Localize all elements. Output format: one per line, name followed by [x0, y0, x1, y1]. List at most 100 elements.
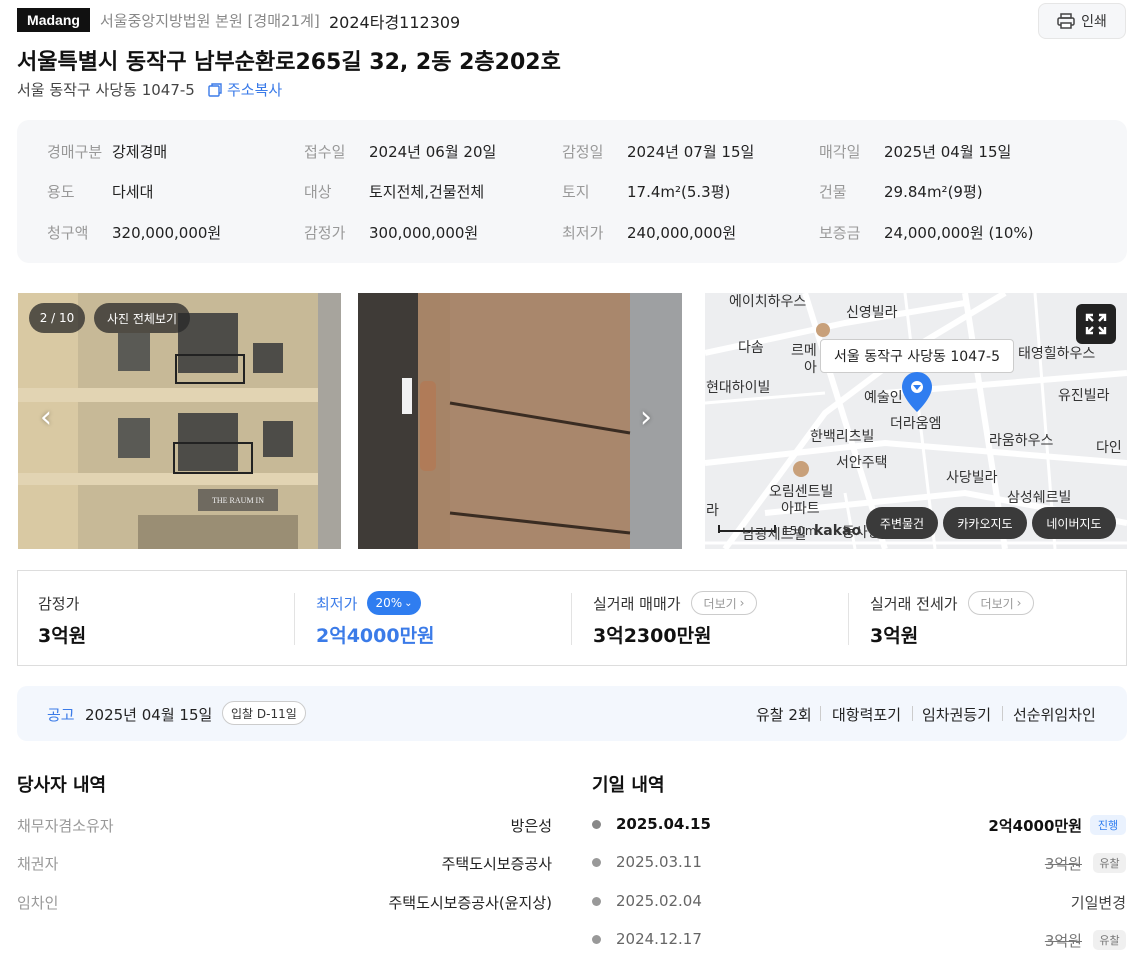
map-place-label: 다인	[1096, 440, 1122, 456]
sale-trade-value: 3억2300만원	[593, 625, 712, 647]
page-title: 서울특별시 동작구 남부순환로265길 32, 2동 2층202호	[17, 50, 561, 75]
map-fullscreen-button[interactable]	[1076, 304, 1116, 344]
status-badge: 진행	[1090, 815, 1126, 835]
map-scale: 150m	[782, 524, 817, 538]
map-place-label: 에이치하우스	[729, 294, 807, 310]
chevron-right-icon: ›	[739, 596, 745, 610]
info-label: 보증금	[819, 224, 861, 242]
map-place-label: 아파트	[781, 501, 820, 517]
info-label: 접수일	[304, 143, 346, 161]
map-pin-icon	[902, 372, 932, 412]
divider	[820, 706, 821, 721]
info-label: 용도	[47, 183, 75, 201]
schedule-section-title: 기일 내역	[592, 775, 665, 796]
sale-trade-label: 실거래 매매가	[593, 595, 681, 613]
schedule-price: 기일변경	[1070, 894, 1126, 912]
map-place-label: 아	[804, 360, 817, 376]
info-value: 300,000,000원	[369, 224, 479, 242]
party-name: 주택도시보증공사(윤지상)	[388, 894, 552, 912]
print-label: 인쇄	[1081, 14, 1107, 30]
map-place-label: 예술인	[864, 390, 903, 406]
auction-info-panel: 경매구분 강제경매 접수일 2024년 06월 20일 감정일 2024년 07…	[17, 120, 1127, 263]
more-label: 더보기	[980, 596, 1014, 611]
chevron-down-double-icon: ⌄	[404, 597, 413, 609]
view-all-photos-button[interactable]: 사진 전체보기	[94, 303, 190, 333]
discount-value: 20%	[375, 596, 403, 610]
copy-icon	[208, 82, 222, 97]
notice-bar: 공고 2025년 04월 15일 입찰 D-11일 유찰 2회 대항력포기 임차…	[17, 686, 1127, 741]
timeline-dot	[592, 820, 601, 829]
flag-failed-bids: 유찰 2회	[756, 706, 812, 724]
info-row: 용도 다세대 대상 토지전체,건물전체 토지 17.4m²(5.3평) 건물 2…	[17, 181, 1127, 201]
info-value: 2024년 07월 15일	[627, 143, 755, 161]
kakao-map-brand: kakao	[814, 523, 862, 539]
info-row: 경매구분 강제경매 접수일 2024년 06월 20일 감정일 2024년 07…	[17, 141, 1127, 161]
discount-badge[interactable]: 20% ⌄	[367, 591, 421, 615]
status-badge: 유찰	[1093, 853, 1126, 873]
schedule-price: 3억원	[1044, 855, 1082, 873]
info-label: 토지	[562, 183, 590, 201]
info-value: 24,000,000원 (10%)	[884, 224, 1034, 242]
map-place-label: 더라움엠	[890, 416, 942, 432]
info-value: 29.84m²(9평)	[884, 183, 983, 201]
map-place-label: 라움하우스	[989, 433, 1054, 449]
price-summary: 감정가 3억원 최저가 20% ⌄ 2억4000만원 실거래 매매가 더보기 ›…	[17, 570, 1127, 666]
info-value: 2024년 06월 20일	[369, 143, 497, 161]
map-place-label: 태영힐하우스	[1018, 346, 1096, 362]
party-name: 방은성	[510, 817, 552, 835]
copy-label: 주소복사	[227, 81, 283, 99]
info-label: 대상	[304, 183, 332, 201]
schedule-date: 2025.04.15	[616, 815, 711, 833]
lease-more-button[interactable]: 더보기 ›	[968, 591, 1034, 615]
party-role: 임차인	[17, 894, 59, 912]
schedule-price: 2억4000만원	[988, 817, 1082, 835]
parties-section-title: 당사자 내역	[17, 775, 107, 796]
lease-trade-label: 실거래 전세가	[870, 595, 958, 613]
info-label: 감정가	[304, 224, 346, 242]
timeline-dot	[592, 897, 601, 906]
map-place-label: 라	[706, 503, 719, 519]
schedule-date: 2024.12.17	[616, 930, 702, 948]
map-place-label: 서안주택	[836, 455, 888, 471]
expand-icon	[1085, 313, 1107, 335]
door-illustration	[358, 293, 682, 549]
dday-badge: 입찰 D-11일	[222, 701, 306, 725]
nearby-properties-button[interactable]: 주변물건	[866, 507, 938, 539]
info-label: 감정일	[562, 143, 604, 161]
flag-lease-registration: 임차권등기	[922, 706, 992, 724]
map-place-label: 다솜	[738, 340, 764, 356]
appraisal-value: 3억원	[38, 625, 87, 647]
map-place-label: 사당빌라	[946, 470, 998, 486]
info-value: 강제경매	[112, 143, 168, 161]
more-label: 더보기	[703, 596, 737, 611]
divider	[848, 593, 849, 645]
photo-counter: 2 / 10	[29, 303, 85, 333]
info-value: 17.4m²(5.3평)	[627, 183, 731, 201]
notice-date: 2025년 04월 15일	[85, 706, 213, 724]
appraisal-label: 감정가	[38, 595, 80, 613]
flag-senior-tenant: 선순위임차인	[1013, 706, 1096, 724]
naver-map-button[interactable]: 네이버지도	[1032, 507, 1116, 539]
property-photo-door[interactable]	[358, 293, 682, 549]
divider	[1002, 706, 1003, 721]
sale-more-button[interactable]: 더보기 ›	[691, 591, 757, 615]
divider	[912, 706, 913, 721]
notice-label: 공고	[47, 706, 75, 724]
flag-waiver: 대항력포기	[832, 706, 902, 724]
info-label: 최저가	[562, 224, 604, 242]
map-place-label: 신영빌라	[846, 305, 898, 321]
copy-address-button[interactable]: 주소복사	[207, 79, 282, 100]
schedule-date: 2025.02.04	[616, 892, 702, 910]
status-badge: 유찰	[1093, 930, 1126, 950]
chevron-right-icon: ›	[1016, 596, 1022, 610]
lot-address: 서울 동작구 사당동 1047-5	[17, 81, 195, 99]
lease-trade-value: 3억원	[870, 625, 919, 647]
print-button[interactable]: 인쇄	[1038, 3, 1126, 39]
info-row: 청구액 320,000,000원 감정가 300,000,000원 최저가 24…	[17, 222, 1127, 242]
brand-logo[interactable]: Madang	[17, 8, 90, 32]
next-photo-arrow-icon[interactable]: ›	[640, 400, 652, 435]
kakao-map-button[interactable]: 카카오지도	[943, 507, 1027, 539]
prev-photo-arrow-icon[interactable]: ‹	[40, 400, 52, 435]
building-sign: THE RAUM IN	[212, 496, 264, 505]
timeline-dot	[592, 935, 601, 944]
